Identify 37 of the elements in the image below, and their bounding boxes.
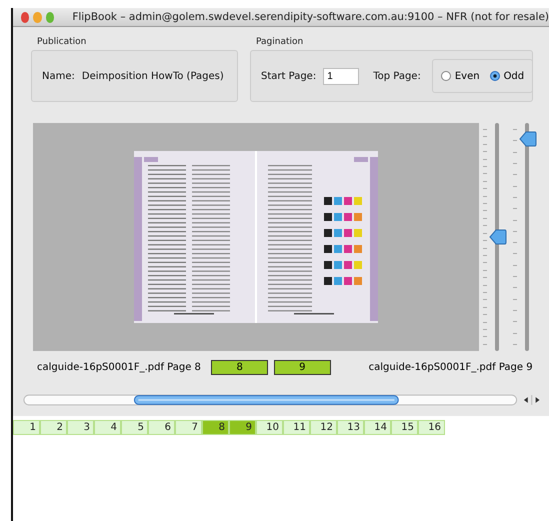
page-tab[interactable]: 13 xyxy=(337,420,364,435)
page-tab[interactable]: 9 xyxy=(229,420,256,435)
page-tab[interactable]: 16 xyxy=(418,420,445,435)
page-tab[interactable]: 8 xyxy=(202,420,229,435)
page-tab[interactable]: 12 xyxy=(310,420,337,435)
page-tab[interactable]: 3 xyxy=(67,420,94,435)
page-tab[interactable]: 10 xyxy=(256,420,283,435)
slider-thumb[interactable] xyxy=(489,229,507,245)
radio-option[interactable]: Even xyxy=(440,70,480,82)
page-tab[interactable]: 2 xyxy=(40,420,67,435)
vertical-slider[interactable] xyxy=(483,123,509,351)
group-title: Publication xyxy=(37,37,88,47)
start-page-field[interactable]: 1 xyxy=(323,68,360,84)
right-page-number: 9 xyxy=(274,360,331,374)
left-page-number: 8 xyxy=(211,360,268,374)
vertical-slider[interactable] xyxy=(513,123,539,351)
right-page-label: calguide-16pS0001F_.pdf Page 9 xyxy=(368,362,534,372)
top-page-label: Top Page: xyxy=(373,70,421,82)
radio-option[interactable]: Odd xyxy=(490,70,524,82)
page-tab[interactable]: 11 xyxy=(283,420,310,435)
page-tab[interactable]: 5 xyxy=(121,420,148,435)
close-button[interactable] xyxy=(21,12,30,22)
page-tab[interactable]: 4 xyxy=(94,420,121,435)
name-label: Name: xyxy=(42,70,75,82)
page-tab[interactable]: 1 xyxy=(13,420,40,435)
group-title: Pagination xyxy=(256,37,304,47)
publication-name: Deimposition HowTo (Pages) xyxy=(82,70,224,82)
page-tab[interactable]: 14 xyxy=(364,420,391,435)
horizontal-scrollbar[interactable] xyxy=(23,394,518,406)
left-page-label: calguide-16pS0001F_.pdf Page 8 xyxy=(37,362,202,372)
start-page-label: Start Page: xyxy=(261,70,316,82)
slider-thumb[interactable] xyxy=(519,130,537,147)
page-tab[interactable]: 6 xyxy=(148,420,175,435)
zoom-button[interactable] xyxy=(46,12,54,22)
page-tab[interactable]: 15 xyxy=(391,420,418,435)
page-tab[interactable]: 7 xyxy=(175,420,202,435)
window-title: FlipBook – admin@golem.swdevel.serendipity-software.com.au:9100 – NFR (not for resale) xyxy=(72,11,549,23)
